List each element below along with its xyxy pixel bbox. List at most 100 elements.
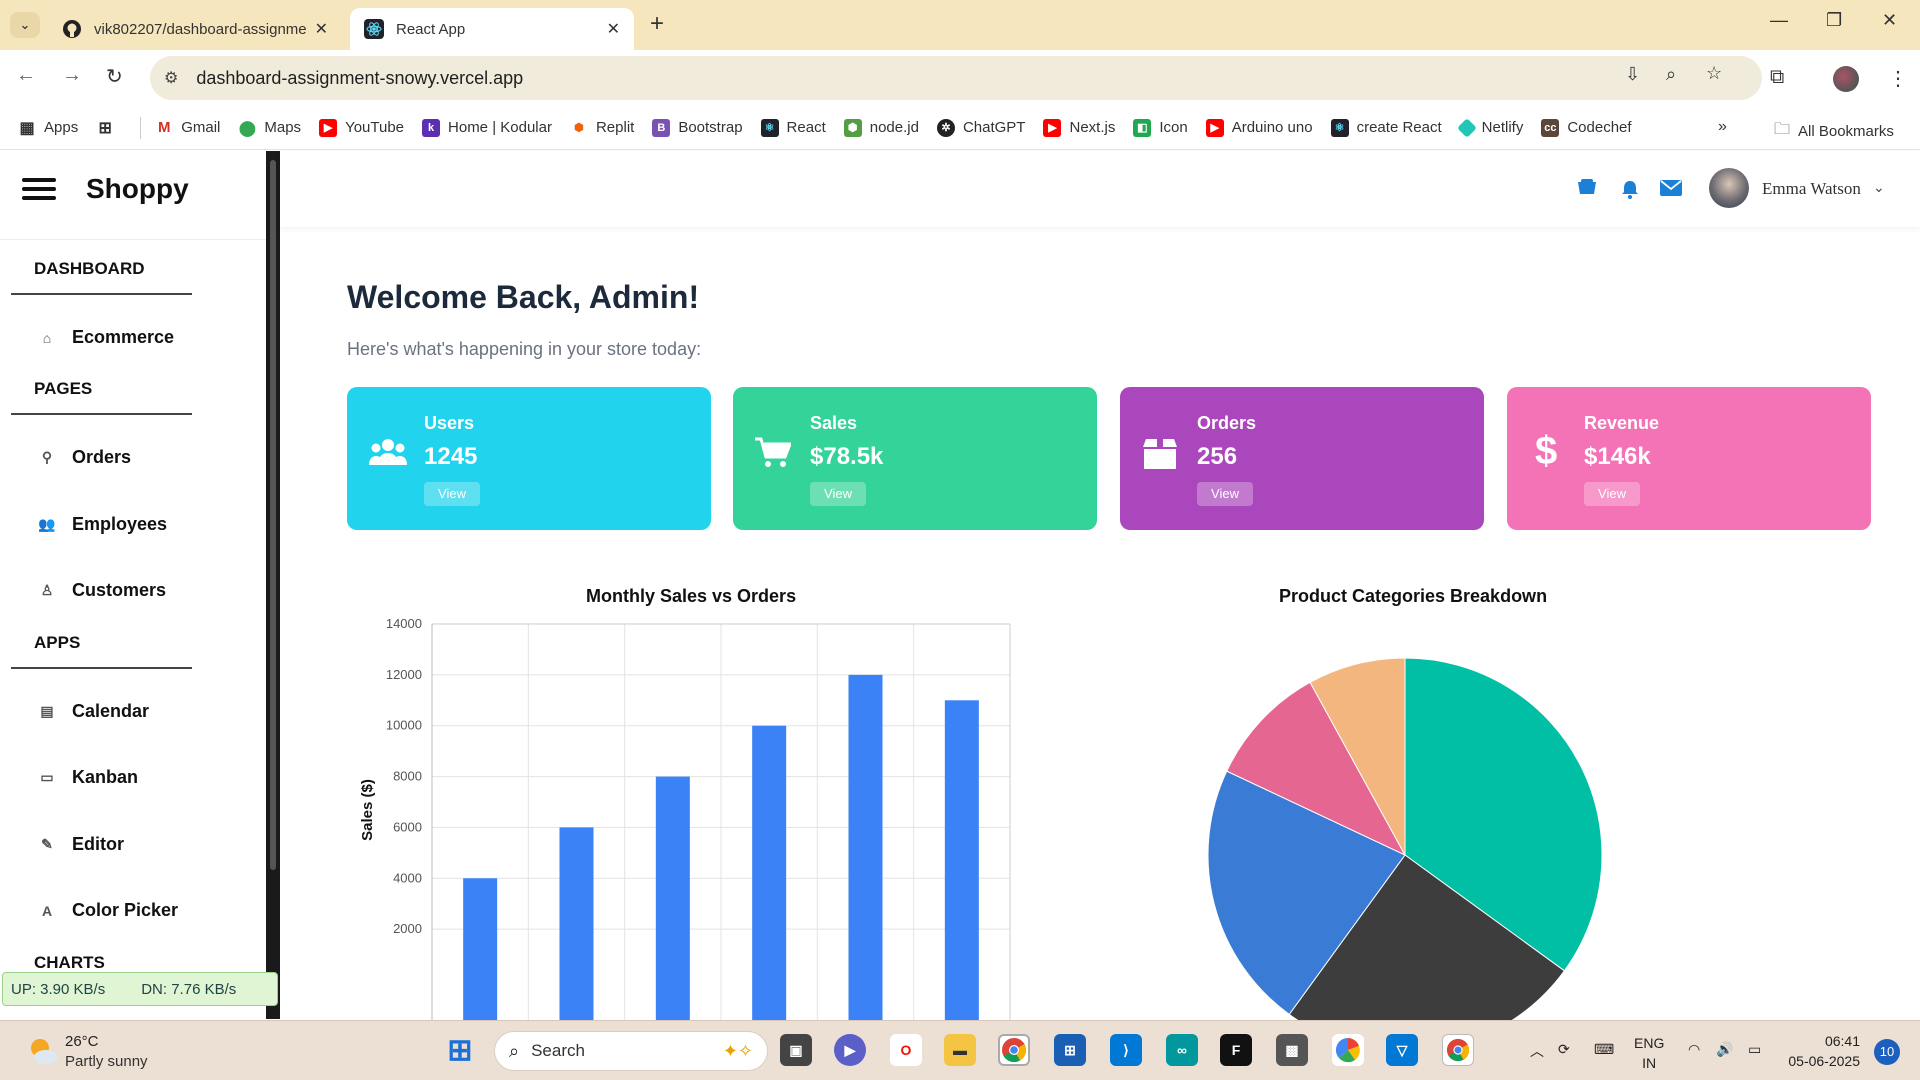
clock-date[interactable]: 05-06-2025: [1768, 1053, 1860, 1069]
bookmark-create-react[interactable]: ⚛ create React: [1330, 118, 1442, 137]
bookmark-bootstrap[interactable]: B Bootstrap: [652, 118, 743, 137]
install-app-icon[interactable]: ⇩: [1625, 64, 1640, 85]
notification-badge[interactable]: 10: [1874, 1039, 1900, 1065]
language-indicator[interactable]: ENG IN: [1634, 1033, 1664, 1073]
task-view-icon[interactable]: ▣: [780, 1034, 812, 1066]
sidebar-item-editor[interactable]: ✎ Editor: [38, 834, 124, 855]
grid-icon[interactable]: ⊞: [96, 118, 122, 137]
sync-icon[interactable]: ⟳: [1558, 1041, 1570, 1058]
forward-icon[interactable]: →: [62, 64, 82, 87]
bell-icon[interactable]: [1620, 179, 1640, 205]
bar[interactable]: [752, 725, 787, 1020]
show-hidden-icons[interactable]: ︿: [1530, 1041, 1544, 1061]
bookmark-maps[interactable]: ⬤ Maps: [238, 118, 301, 137]
bar[interactable]: [944, 700, 979, 1020]
arduino-icon[interactable]: ∞: [1166, 1034, 1198, 1066]
figma-icon[interactable]: F: [1220, 1034, 1252, 1066]
y-tick-label: 6000: [393, 819, 422, 834]
close-tab-icon[interactable]: ✕: [607, 19, 620, 39]
brand-name[interactable]: Shoppy: [86, 173, 189, 205]
outlook-icon[interactable]: ▽: [1386, 1034, 1418, 1066]
new-tab-icon[interactable]: +: [650, 10, 664, 38]
close-tab-icon[interactable]: ✕: [315, 19, 328, 39]
sidebar-item-employees[interactable]: 👥 Employees: [38, 514, 167, 535]
profile-avatar[interactable]: [1833, 66, 1859, 92]
keyboard-icon[interactable]: ⌨: [1594, 1041, 1614, 1058]
store-icon[interactable]: ⊞: [1054, 1034, 1086, 1066]
volume-icon[interactable]: 🔊: [1716, 1041, 1733, 1058]
bookmark-node[interactable]: ⬢ node.jd: [843, 118, 919, 137]
chrome-profile-icon[interactable]: [1442, 1034, 1474, 1066]
opera-icon[interactable]: O: [890, 1034, 922, 1066]
bookmark-gmail[interactable]: M Gmail: [155, 118, 220, 137]
all-bookmarks[interactable]: 🗀 All Bookmarks: [1774, 118, 1894, 145]
bookmark-apps[interactable]: ▦ Apps: [18, 118, 78, 137]
avatar[interactable]: [1709, 168, 1749, 208]
bookmark-replit[interactable]: ⬢ Replit: [569, 118, 634, 137]
address-bar[interactable]: ⚙ dashboard-assignment-snowy.vercel.app: [150, 56, 1762, 100]
tab-react-app[interactable]: React App ✕: [350, 8, 634, 50]
bookmark-icon[interactable]: ◧ Icon: [1133, 118, 1188, 137]
restore-icon[interactable]: ❐: [1826, 10, 1842, 31]
site-info-icon[interactable]: ⚙: [164, 68, 178, 88]
file-explorer-icon[interactable]: ▬: [944, 1034, 976, 1066]
bookmark-chatgpt[interactable]: ✲ ChatGPT: [936, 118, 1025, 137]
view-sales-button[interactable]: View: [810, 482, 866, 506]
windows-start-icon[interactable]: ⊞: [444, 1034, 476, 1067]
user-name[interactable]: Emma Watson: [1762, 179, 1861, 199]
chrome-icon[interactable]: [998, 1034, 1030, 1066]
chevron-down-icon[interactable]: ⌄: [1873, 179, 1885, 196]
home-icon: ⌂: [42, 329, 52, 346]
clock-time[interactable]: 06:41: [1768, 1033, 1860, 1049]
page-subtitle: Here's what's happening in your store to…: [347, 339, 702, 359]
sidebar-item-calendar[interactable]: ▤ Calendar: [38, 701, 149, 722]
pie-chart-title: Product Categories Breakdown: [1279, 586, 1548, 606]
teams-icon[interactable]: ▶: [834, 1034, 866, 1066]
more-bookmarks-icon[interactable]: »: [1718, 118, 1727, 136]
bar[interactable]: [559, 827, 594, 1020]
bar[interactable]: [463, 878, 498, 1020]
bookmark-star-icon[interactable]: ☆: [1706, 63, 1722, 84]
bookmarks-bar: ▦ Apps ⊞ M Gmail ⬤ Maps ▶ YouTube k Home | Ko…: [0, 106, 1920, 150]
cart-icon[interactable]: [1576, 179, 1598, 203]
sidebar-item-ecommerce[interactable]: ⌂ Ecommerce: [38, 327, 174, 348]
photos-icon[interactable]: [1332, 1034, 1364, 1066]
wifi-icon[interactable]: ◠: [1688, 1041, 1700, 1058]
weather-temp: 26°C: [65, 1033, 99, 1050]
sidebar-item-orders[interactable]: ⚲ Orders: [38, 447, 131, 468]
bookmark-arduino[interactable]: ▶ Arduino uno: [1205, 118, 1313, 137]
extensions-icon[interactable]: ⧉: [1770, 66, 1784, 89]
view-revenue-button[interactable]: View: [1584, 482, 1640, 506]
back-icon[interactable]: ←: [16, 64, 36, 87]
maps-icon: ⬤: [238, 118, 257, 137]
tab-github[interactable]: vik802207/dashboard-assignme ✕: [48, 8, 342, 50]
taskbar-search[interactable]: ⌕ Search ✦✧: [494, 1031, 768, 1071]
view-users-button[interactable]: View: [424, 482, 480, 506]
folder-icon: ▭: [40, 769, 54, 785]
mail-icon[interactable]: [1660, 179, 1682, 203]
hamburger-menu-icon[interactable]: [22, 178, 56, 200]
bar[interactable]: [655, 776, 690, 1020]
sidebar-item-color-picker[interactable]: A Color Picker: [38, 900, 178, 921]
vscode-icon[interactable]: ⟩: [1110, 1034, 1142, 1066]
sidebar-item-customers[interactable]: ♙ Customers: [38, 580, 166, 601]
tab-search-button[interactable]: ⌄: [10, 12, 40, 38]
weather-icon[interactable]: [26, 1033, 60, 1067]
bar[interactable]: [848, 674, 883, 1020]
view-orders-button[interactable]: View: [1197, 482, 1253, 506]
sidebar-scrollbar-thumb[interactable]: [270, 160, 276, 870]
sidebar-item-kanban[interactable]: ▭ Kanban: [38, 767, 138, 788]
bookmark-kodular[interactable]: k Home | Kodular: [422, 118, 552, 137]
battery-icon[interactable]: ▭: [1748, 1041, 1761, 1058]
app-icon[interactable]: ▩: [1276, 1034, 1308, 1066]
minimize-icon[interactable]: —: [1770, 10, 1788, 31]
bookmark-codechef[interactable]: cc Codechef: [1541, 118, 1632, 137]
bookmark-nextjs[interactable]: ▶ Next.js: [1043, 118, 1115, 137]
bookmark-react[interactable]: ⚛ React: [760, 118, 826, 137]
bookmark-youtube[interactable]: ▶ YouTube: [319, 118, 404, 137]
reload-icon[interactable]: ↻: [106, 64, 123, 89]
bookmark-netlify[interactable]: Netlify: [1456, 117, 1523, 138]
menu-icon[interactable]: ⋮: [1888, 66, 1908, 91]
zoom-icon[interactable]: ⌕: [1666, 64, 1676, 85]
close-window-icon[interactable]: ✕: [1882, 10, 1897, 31]
